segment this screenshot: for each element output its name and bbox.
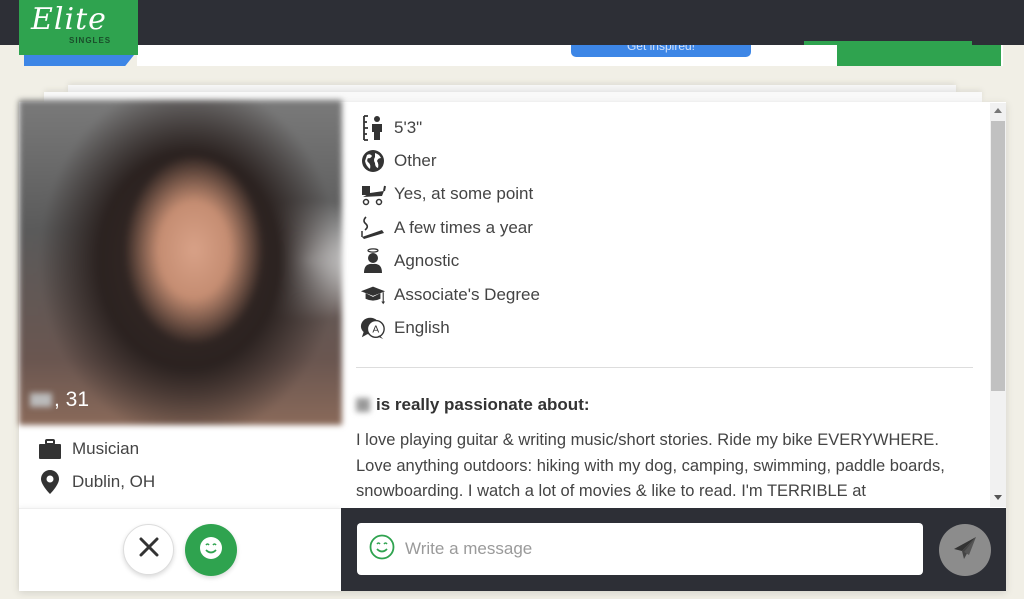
passion-heading-text: is really passionate about: [376, 395, 590, 414]
emoji-icon[interactable] [369, 534, 395, 565]
nav-active-indicator [804, 41, 972, 45]
profile-name-age: , 31 [30, 388, 89, 412]
scroll-down-arrow-icon[interactable] [994, 495, 1002, 500]
location-row: Dublin, OH [38, 470, 155, 494]
attr-education: Associate's Degree [360, 282, 540, 308]
logo-script: Elite [31, 2, 107, 37]
attr-religion: Agnostic [360, 248, 459, 274]
passion-heading: is really passionate about: [356, 395, 590, 415]
blurred-name [30, 393, 52, 407]
attr-children-value: Yes, at some point [394, 184, 534, 203]
attr-height-value: 5'3" [394, 118, 423, 137]
attr-education-value: Associate's Degree [394, 285, 540, 304]
attr-smoking-value: A few times a year [394, 218, 533, 237]
top-navigation-bar [0, 0, 1024, 45]
dismiss-button[interactable] [123, 524, 174, 575]
briefcase-icon [38, 437, 62, 461]
attr-smoking: A few times a year [360, 215, 533, 241]
logo-subtitle: SINGLES [69, 36, 112, 45]
attr-children: Yes, at some point [360, 181, 533, 207]
svg-text:A: A [372, 325, 379, 336]
blurred-name [356, 398, 370, 412]
profile-photo[interactable] [19, 100, 342, 425]
attr-height: 5'3" [360, 115, 422, 141]
attr-ethnicity: Other [360, 148, 437, 174]
attr-language: A English [360, 315, 450, 341]
stroller-icon [360, 181, 386, 207]
message-input-wrapper[interactable] [357, 523, 923, 575]
smiley-icon [199, 536, 223, 565]
cigarette-icon [360, 215, 386, 241]
message-input[interactable] [405, 539, 885, 559]
graduation-cap-icon [360, 282, 386, 308]
passion-description: I love playing guitar & writing music/sh… [356, 431, 945, 500]
smile-button[interactable] [185, 524, 237, 576]
globe-icon [360, 148, 386, 174]
banner-green-block [837, 45, 1001, 66]
scrollbar-thumb[interactable] [991, 121, 1005, 391]
section-divider [356, 367, 973, 368]
profile-action-bar [19, 508, 341, 591]
paper-plane-icon [952, 535, 978, 566]
get-inspired-button[interactable]: Get inspired! [571, 45, 751, 57]
occupation-row: Musician [38, 437, 139, 461]
close-icon [139, 537, 159, 562]
send-message-button[interactable] [939, 524, 991, 576]
height-icon [360, 115, 386, 141]
details-scrollbar[interactable] [990, 103, 1006, 507]
logo-tab-decoration [24, 55, 134, 66]
attr-religion-value: Agnostic [394, 251, 460, 270]
religion-icon [360, 248, 386, 274]
attr-ethnicity-value: Other [394, 151, 437, 170]
age-label: , 31 [54, 388, 90, 411]
location-text: Dublin, OH [72, 472, 156, 491]
map-pin-icon [38, 470, 62, 494]
attr-language-value: English [394, 318, 450, 337]
scroll-up-arrow-icon[interactable] [994, 108, 1002, 113]
elite-singles-logo[interactable]: Elite SINGLES [19, 0, 138, 55]
occupation-text: Musician [72, 439, 140, 458]
language-icon: A [360, 315, 386, 341]
